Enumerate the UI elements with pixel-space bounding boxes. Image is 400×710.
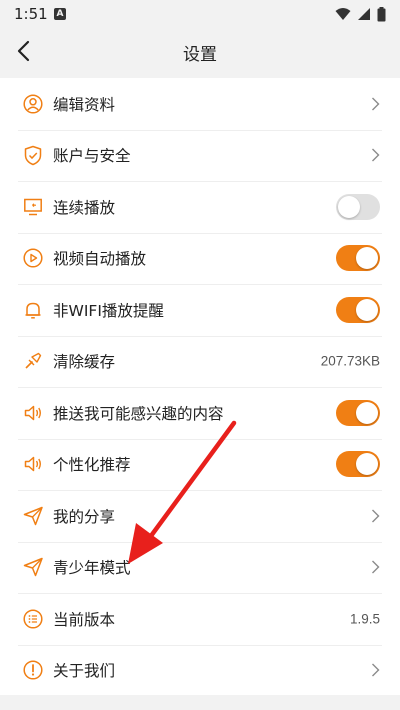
settings-row-about-us[interactable]: 关于我们 bbox=[0, 644, 400, 697]
settings-row-label: 青少年模式 bbox=[53, 559, 131, 578]
non-wifi-reminder-toggle[interactable] bbox=[336, 296, 380, 323]
settings-row-continuous-play: 连续播放 bbox=[0, 181, 400, 233]
continuous-play-toggle[interactable] bbox=[336, 193, 380, 220]
chevron-right-icon bbox=[372, 148, 380, 162]
speaker-icon bbox=[22, 402, 44, 424]
speaker-icon bbox=[22, 453, 44, 475]
settings-row-personalized: 个性化推荐 bbox=[0, 438, 400, 491]
settings-list: 编辑资料 账户与安全 连续播放 视频自动播放 非WIFI播放提醒 清除缓存 20… bbox=[0, 78, 400, 696]
list-circle-icon bbox=[22, 608, 44, 630]
wifi-icon bbox=[335, 8, 351, 20]
settings-row-non-wifi-reminder: 非WIFI播放提醒 bbox=[0, 284, 400, 336]
settings-row-label: 当前版本 bbox=[53, 610, 116, 629]
version-value: 1.9.5 bbox=[349, 611, 380, 627]
status-bar: 1:51 A bbox=[0, 0, 400, 28]
bell-icon bbox=[22, 299, 44, 321]
settings-row-teen-mode[interactable]: 青少年模式 bbox=[0, 541, 400, 594]
status-icons bbox=[335, 6, 386, 22]
chevron-right-icon bbox=[372, 663, 380, 677]
info-circle-icon bbox=[22, 659, 44, 681]
settings-row-my-shares[interactable]: 我的分享 bbox=[0, 490, 400, 542]
bottom-spacer bbox=[0, 695, 400, 710]
settings-row-clear-cache[interactable]: 清除缓存 207.73KB bbox=[0, 335, 400, 388]
chevron-right-icon bbox=[372, 560, 380, 574]
settings-row-label: 我的分享 bbox=[53, 507, 116, 526]
play-circle-icon bbox=[22, 247, 44, 269]
video-autoplay-toggle[interactable] bbox=[336, 245, 380, 272]
settings-row-edit-profile[interactable]: 编辑资料 bbox=[0, 78, 400, 130]
battery-icon bbox=[377, 6, 386, 21]
settings-row-label: 账户与安全 bbox=[53, 147, 131, 166]
status-time: 1:51 bbox=[14, 5, 48, 23]
broom-icon bbox=[22, 350, 44, 372]
chevron-right-icon bbox=[372, 97, 380, 111]
chevron-right-icon bbox=[372, 509, 380, 523]
settings-row-label: 推送我可能感兴趣的内容 bbox=[53, 404, 224, 423]
settings-row-label: 个性化推荐 bbox=[53, 456, 131, 475]
shield-icon bbox=[22, 144, 44, 166]
personalized-toggle[interactable] bbox=[336, 451, 380, 478]
settings-row-video-autoplay: 视频自动播放 bbox=[0, 232, 400, 285]
notification-icon: A bbox=[54, 8, 66, 20]
nav-bar: 设置 bbox=[0, 28, 400, 74]
settings-row-label: 关于我们 bbox=[53, 662, 116, 681]
settings-row-label: 非WIFI播放提醒 bbox=[53, 301, 164, 320]
paper-plane-icon bbox=[22, 505, 44, 527]
settings-row-label: 视频自动播放 bbox=[53, 250, 147, 269]
settings-row-label: 连续播放 bbox=[53, 198, 116, 217]
settings-row-label: 清除缓存 bbox=[53, 353, 116, 372]
settings-row-push-interests: 推送我可能感兴趣的内容 bbox=[0, 387, 400, 439]
settings-row-account-security[interactable]: 账户与安全 bbox=[0, 129, 400, 182]
signal-icon bbox=[358, 8, 370, 20]
settings-row-current-version: 当前版本 1.9.5 bbox=[0, 593, 400, 645]
cache-size-value: 207.73KB bbox=[320, 353, 380, 369]
user-icon bbox=[22, 93, 44, 115]
page-title: 设置 bbox=[183, 45, 217, 65]
paper-plane-icon bbox=[22, 556, 44, 578]
screen-icon bbox=[22, 196, 44, 218]
push-interests-toggle[interactable] bbox=[336, 399, 380, 426]
settings-row-label: 编辑资料 bbox=[53, 95, 116, 114]
